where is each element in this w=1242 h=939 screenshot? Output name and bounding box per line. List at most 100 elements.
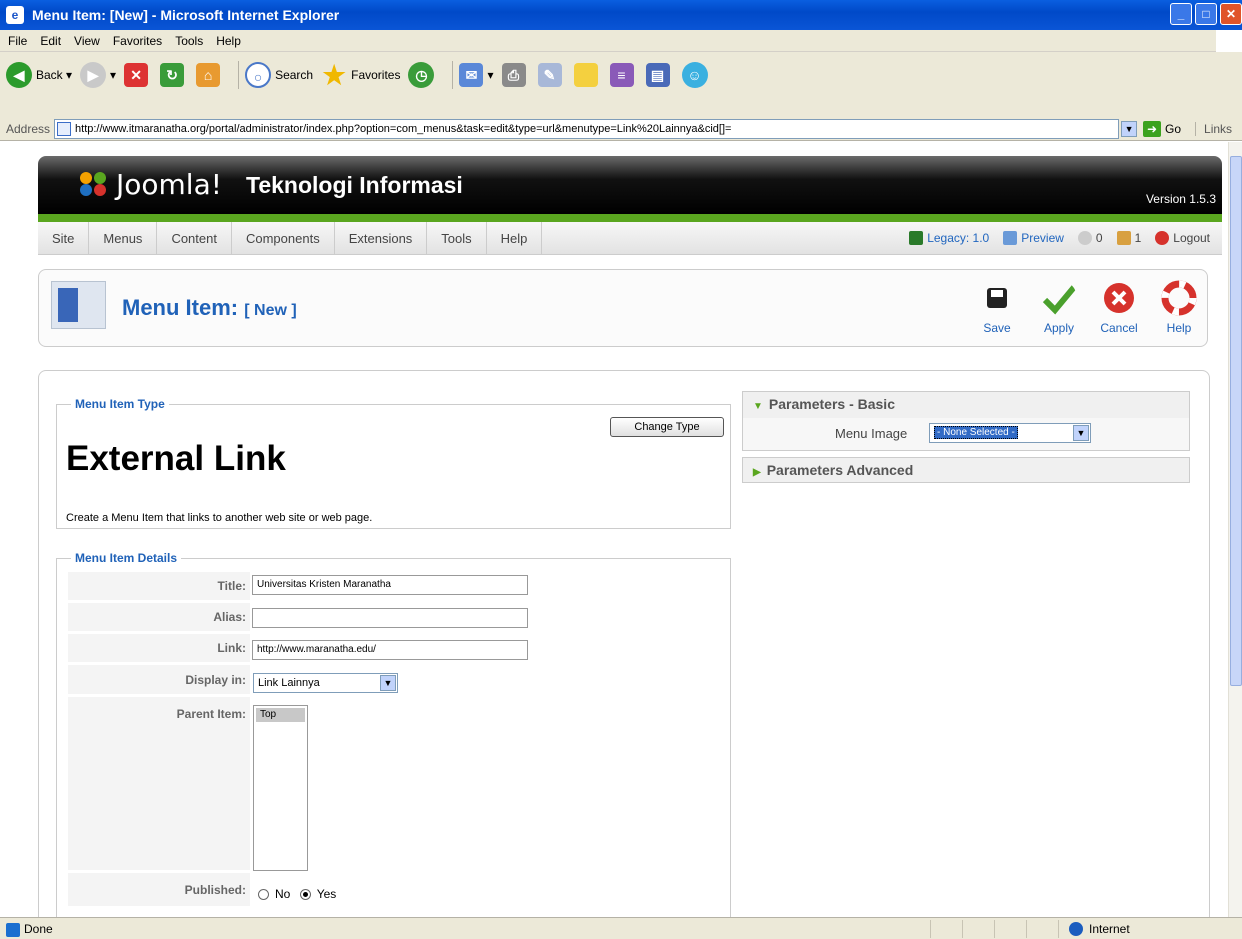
- maximize-button[interactable]: □: [1195, 3, 1217, 25]
- admin-menu-content[interactable]: Content: [157, 221, 232, 255]
- mail-button[interactable]: ✉ ▾: [459, 63, 494, 87]
- menu-item-icon: [51, 281, 106, 329]
- logout-icon: [1155, 231, 1170, 246]
- link-input[interactable]: http://www.maranatha.edu/: [252, 640, 528, 660]
- menu-help[interactable]: Help: [216, 34, 241, 48]
- messenger-button[interactable]: ☺: [681, 62, 712, 88]
- ie-icon: e: [6, 6, 24, 24]
- menu-type-name: External Link: [66, 439, 286, 478]
- refresh-icon: ↻: [160, 63, 185, 87]
- search-button[interactable]: ○ Search: [245, 62, 313, 88]
- scrollbar-thumb[interactable]: [1230, 156, 1242, 686]
- legacy-icon: [909, 231, 924, 246]
- page-icon: [57, 121, 72, 136]
- home-button[interactable]: ⌂: [196, 63, 224, 87]
- joomla-brand: Joomla!: [116, 168, 222, 201]
- notes-button[interactable]: [573, 63, 602, 87]
- menu-view[interactable]: View: [74, 34, 100, 48]
- checkmark-icon: [1042, 284, 1078, 315]
- menu-favorites[interactable]: Favorites: [113, 34, 162, 48]
- search-icon: ○: [245, 62, 272, 88]
- admin-menu-help[interactable]: Help: [487, 221, 543, 255]
- menu-file[interactable]: File: [8, 34, 27, 48]
- favorites-button[interactable]: ★ Favorites: [321, 62, 400, 88]
- triangle-down-icon: ▼: [753, 401, 763, 412]
- window-titlebar: e Menu Item: [New] - Microsoft Internet …: [0, 0, 1242, 30]
- admin-menu-menus[interactable]: Menus: [89, 221, 158, 255]
- link-label: Link:: [217, 641, 246, 655]
- home-icon: ⌂: [196, 63, 221, 87]
- page-scrollbar[interactable]: [1228, 142, 1242, 917]
- mail-icon: ✉: [459, 63, 484, 87]
- stop-icon: ✕: [124, 63, 149, 87]
- published-row: Published:: [68, 873, 730, 907]
- preview-link[interactable]: Preview: [1003, 231, 1064, 246]
- tools-button[interactable]: ▤: [645, 63, 674, 87]
- go-arrow-icon: ➜: [1143, 120, 1162, 137]
- published-label: Published:: [184, 883, 246, 897]
- address-input[interactable]: http://www.itmaranatha.org/portal/admini…: [54, 118, 1120, 139]
- admin-menu-tools[interactable]: Tools: [427, 221, 487, 255]
- menu-edit[interactable]: Edit: [40, 34, 61, 48]
- admin-menu-components[interactable]: Components: [232, 221, 335, 255]
- apply-button[interactable]: Apply: [1034, 280, 1084, 335]
- menu-image-label: Menu Image: [835, 426, 908, 441]
- back-arrow-icon: ◀: [6, 62, 32, 88]
- chevron-down-icon: ▼: [380, 675, 396, 691]
- admin-menu-site[interactable]: Site: [38, 221, 90, 255]
- alias-label: Alias:: [213, 610, 246, 624]
- parameters-advanced-header[interactable]: ▶ Parameters Advanced: [743, 458, 1189, 482]
- lifebuoy-icon: [1161, 280, 1197, 316]
- address-dropdown-icon[interactable]: ▼: [1121, 120, 1138, 137]
- change-type-button[interactable]: Change Type: [610, 417, 724, 437]
- address-url: http://www.itmaranatha.org/portal/admini…: [75, 122, 732, 135]
- legacy-link[interactable]: Legacy: 1.0: [909, 231, 989, 246]
- history-button[interactable]: ◷: [408, 62, 438, 88]
- links-button[interactable]: Links: [1195, 121, 1232, 136]
- triangle-right-icon: ▶: [753, 467, 761, 478]
- published-yes-radio[interactable]: [299, 889, 311, 901]
- refresh-button[interactable]: ↻: [160, 63, 188, 87]
- print-button[interactable]: ⎙: [501, 63, 530, 87]
- users-count[interactable]: 1: [1116, 231, 1141, 246]
- save-button[interactable]: Save: [972, 280, 1022, 335]
- menu-bar: File Edit View Favorites Tools Help: [0, 30, 1242, 52]
- forward-arrow-icon: ▶: [80, 62, 107, 88]
- alias-input[interactable]: [252, 608, 528, 628]
- go-button[interactable]: ➜ Go: [1143, 120, 1181, 137]
- messages-count[interactable]: 0: [1077, 231, 1103, 246]
- save-icon: [987, 288, 1007, 308]
- display-in-select[interactable]: Link Lainnya ▼: [253, 673, 398, 693]
- parameters-advanced-panel: ▶ Parameters Advanced: [742, 457, 1190, 483]
- admin-menu-extensions[interactable]: Extensions: [335, 221, 428, 255]
- parent-item-row: Parent Item:: [68, 697, 730, 871]
- display-in-label: Display in:: [185, 673, 246, 687]
- back-button[interactable]: ◀ Back ▾: [6, 62, 72, 88]
- help-button[interactable]: Help: [1154, 280, 1204, 335]
- menu-item-details-legend: Menu Item Details: [75, 551, 178, 565]
- parameters-basic-header[interactable]: ▼ Parameters - Basic: [743, 392, 1189, 416]
- cancel-button[interactable]: Cancel: [1094, 280, 1144, 335]
- parent-item-listbox[interactable]: Top: [253, 705, 308, 871]
- parent-option-top[interactable]: Top: [256, 708, 305, 722]
- title-label: Title:: [217, 579, 246, 593]
- title-input[interactable]: Universitas Kristen Maranatha: [252, 575, 528, 595]
- forward-button[interactable]: ▶ ▾: [80, 62, 116, 88]
- menu-item-type-legend: Menu Item Type: [75, 397, 165, 411]
- mail-icon: [1077, 231, 1092, 246]
- published-radio-group: No Yes: [258, 887, 336, 901]
- address-label: Address: [6, 121, 51, 136]
- menu-image-select[interactable]: - None Selected - ▼: [929, 423, 1091, 443]
- status-bar: Done Internet: [0, 917, 1242, 939]
- window-title: Menu Item: [New] - Microsoft Internet Ex…: [32, 7, 340, 23]
- stop-button[interactable]: ✕: [124, 63, 152, 87]
- close-button[interactable]: ✕: [1220, 3, 1242, 25]
- menu-tools[interactable]: Tools: [175, 34, 203, 48]
- minimize-button[interactable]: _: [1170, 3, 1192, 25]
- edit-button[interactable]: ✎: [537, 63, 566, 87]
- history-icon: ◷: [408, 62, 435, 88]
- logout-link[interactable]: Logout: [1155, 231, 1210, 246]
- windows-logo-icon: [1216, 30, 1242, 52]
- research-button[interactable]: ≡: [609, 63, 638, 87]
- published-no-radio[interactable]: [258, 889, 269, 901]
